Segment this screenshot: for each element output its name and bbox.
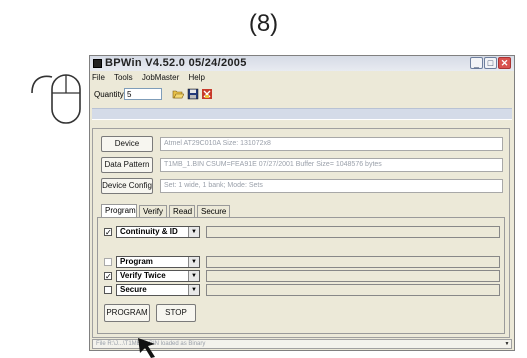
verify-progress	[206, 270, 500, 282]
tab-program[interactable]: Program	[101, 204, 137, 217]
toolbar-separator-band	[92, 108, 512, 120]
menu-jobmaster[interactable]: JobMaster	[142, 73, 179, 82]
maximize-button[interactable]: □	[484, 57, 497, 69]
continuity-select[interactable]: Continuity & ID ▼	[116, 226, 200, 238]
tab-verify[interactable]: Verify	[139, 205, 167, 217]
main-panel: Device Atmel AT29C010A Size: 131072x8 Da…	[92, 128, 510, 338]
pointer-cursor-icon	[138, 338, 155, 358]
toolbar: Quantity: 5	[92, 87, 512, 103]
secure-select[interactable]: Secure ▼	[116, 284, 200, 296]
continuity-select-value: Continuity & ID	[120, 227, 178, 236]
open-folder-icon[interactable]	[172, 88, 184, 100]
device-button[interactable]: Device	[101, 136, 153, 152]
chevron-down-icon[interactable]: ▼	[188, 285, 199, 295]
stop-button[interactable]: STOP	[156, 304, 196, 322]
minimize-button[interactable]: _	[470, 57, 483, 69]
verify-twice-checkbox[interactable]: ✓	[104, 272, 112, 281]
tab-secure[interactable]: Secure	[197, 205, 230, 217]
jobmaster-icon[interactable]	[201, 88, 213, 100]
data-pattern-button[interactable]: Data Pattern	[101, 157, 153, 173]
quantity-label: Quantity:	[94, 90, 127, 99]
title-bar: BPWin V4.52.0 05/24/2005 _ □ ✕	[90, 56, 514, 71]
program-checkbox[interactable]	[104, 258, 112, 266]
window-title: BPWin V4.52.0 05/24/2005	[105, 57, 247, 69]
step-number-label: (8)	[248, 10, 279, 37]
chevron-down-icon[interactable]: ▼	[188, 257, 199, 267]
save-disk-icon[interactable]	[187, 88, 199, 100]
continuity-checkbox[interactable]: ✓	[104, 228, 112, 237]
verify-select[interactable]: Verify Twice ▼	[116, 270, 200, 282]
device-config-button[interactable]: Device Config	[101, 178, 153, 194]
mouse-icon	[31, 74, 81, 124]
device-config-info-field: Set: 1 wide, 1 bank; Mode: Sets	[160, 179, 503, 193]
program-select-value: Program	[120, 257, 153, 266]
program-tab-content: ✓ Continuity & ID ▼ Program ▼ ✓ Verify T…	[97, 217, 505, 334]
menu-file[interactable]: File	[92, 73, 105, 82]
secure-select-value: Secure	[120, 285, 147, 294]
secure-progress	[206, 284, 500, 296]
secure-checkbox[interactable]	[104, 286, 112, 294]
device-info-field: Atmel AT29C010A Size: 131072x8	[160, 137, 503, 151]
menu-tools[interactable]: Tools	[114, 73, 133, 82]
bpwin-window: BPWin V4.52.0 05/24/2005 _ □ ✕ File Tool…	[89, 55, 515, 351]
chevron-down-icon[interactable]: ▼	[188, 271, 199, 281]
verify-select-value: Verify Twice	[120, 271, 166, 280]
menu-bar: File Tools JobMaster Help	[92, 73, 212, 82]
continuity-progress	[206, 226, 500, 238]
close-button[interactable]: ✕	[498, 57, 511, 69]
menu-help[interactable]: Help	[188, 73, 204, 82]
program-select[interactable]: Program ▼	[116, 256, 200, 268]
program-progress	[206, 256, 500, 268]
program-button[interactable]: PROGRAM	[104, 304, 150, 322]
quantity-input[interactable]: 5	[124, 88, 162, 100]
app-icon	[93, 59, 102, 68]
data-pattern-info-field: T1MB_1.BIN CSUM=FEA91E 07/27/2001 Buffer…	[160, 158, 503, 172]
tab-read[interactable]: Read	[169, 205, 195, 217]
chevron-down-icon[interactable]: ▼	[188, 227, 199, 237]
chevron-down-icon[interactable]: ▼	[503, 340, 511, 348]
